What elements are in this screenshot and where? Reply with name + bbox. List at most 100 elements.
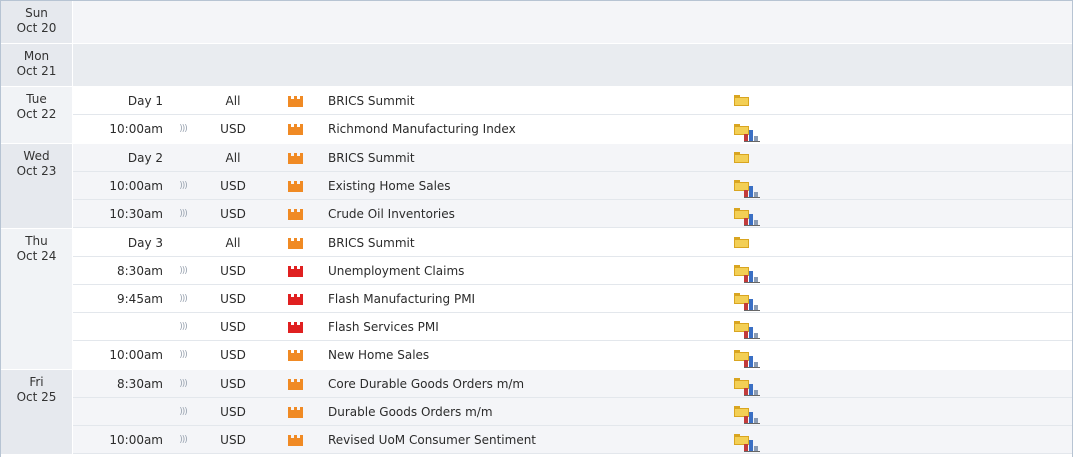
bar-chart-icon[interactable] bbox=[744, 298, 760, 311]
bar-chart-icon[interactable] bbox=[744, 270, 760, 283]
bar-chart-icon[interactable] bbox=[744, 129, 760, 142]
event-row[interactable]: 10:00am))) USD New Home Sales bbox=[73, 341, 1072, 369]
bar-chart-icon[interactable] bbox=[744, 439, 760, 452]
day-date: Oct 25 bbox=[16, 390, 57, 404]
event-row[interactable]: Day 1 All BRICS Summit bbox=[73, 87, 1072, 115]
day-name: Thu bbox=[25, 234, 48, 248]
date-cell: Fri Oct 25 bbox=[1, 370, 73, 454]
event-title[interactable]: BRICS Summit bbox=[328, 94, 726, 108]
event-time: Day 1 bbox=[127, 93, 163, 108]
event-time: 10:30am bbox=[109, 206, 163, 221]
event-currency: USD bbox=[220, 263, 246, 278]
event-title[interactable]: Flash Manufacturing PMI bbox=[328, 292, 726, 306]
event-rows: Day 2 All BRICS Summit 10:00am))) USD Existin… bbox=[73, 144, 1072, 228]
event-title[interactable]: Revised UoM Consumer Sentiment bbox=[328, 433, 726, 447]
event-row[interactable]: Day 2 All BRICS Summit bbox=[73, 144, 1072, 172]
impact-cell bbox=[263, 378, 328, 390]
detail-cell bbox=[726, 237, 756, 248]
event-row[interactable]: 8:30am))) USD Unemployment Claims bbox=[73, 257, 1072, 285]
impact-folder-icon[interactable] bbox=[288, 237, 303, 249]
impact-cell bbox=[263, 95, 328, 107]
event-currency: USD bbox=[220, 178, 246, 193]
date-cell: Thu Oct 24 bbox=[1, 229, 73, 369]
day-name: Sun bbox=[25, 6, 48, 20]
event-row[interactable]: 9:45am))) USD Flash Manufacturing PMI bbox=[73, 285, 1072, 313]
event-title[interactable]: Crude Oil Inventories bbox=[328, 207, 726, 221]
event-title[interactable]: BRICS Summit bbox=[328, 151, 726, 165]
impact-folder-icon[interactable] bbox=[288, 180, 303, 192]
event-currency: All bbox=[225, 150, 241, 165]
event-currency: All bbox=[225, 93, 241, 108]
event-currency: All bbox=[225, 235, 241, 250]
impact-folder-icon[interactable] bbox=[288, 265, 303, 277]
event-title[interactable]: Durable Goods Orders m/m bbox=[328, 405, 726, 419]
day-group: Tue Oct 22 Day 1 All BRICS Summit 10:00am))) U… bbox=[1, 87, 1072, 144]
day-date: Oct 20 bbox=[16, 21, 57, 35]
bar-chart-icon[interactable] bbox=[744, 185, 760, 198]
event-rows: Day 3 All BRICS Summit 8:30am))) USD Unemploy… bbox=[73, 229, 1072, 369]
impact-folder-icon[interactable] bbox=[288, 124, 303, 135]
impact-cell bbox=[263, 208, 328, 220]
bar-chart-icon[interactable] bbox=[744, 411, 760, 424]
event-title[interactable]: BRICS Summit bbox=[328, 236, 726, 250]
event-title[interactable]: Unemployment Claims bbox=[328, 264, 726, 278]
impact-cell bbox=[263, 406, 328, 418]
signal-icon: ))) bbox=[179, 293, 188, 304]
signal-icon: ))) bbox=[179, 350, 188, 360]
signal-icon: ))) bbox=[179, 434, 188, 445]
day-name: Fri bbox=[29, 375, 44, 389]
event-row[interactable]: ))) USD Durable Goods Orders m/m bbox=[73, 398, 1072, 426]
bar-chart-icon[interactable] bbox=[744, 383, 760, 396]
impact-cell bbox=[263, 152, 328, 164]
event-row[interactable]: Day 3 All BRICS Summit bbox=[73, 229, 1072, 257]
date-cell: Sun Oct 20 bbox=[1, 1, 73, 43]
event-row[interactable]: 10:00am))) USD Richmond Manufacturing Inde… bbox=[73, 115, 1072, 143]
event-time: 8:30am bbox=[117, 376, 163, 391]
event-rows: 8:30am))) USD Core Durable Goods Orders m/… bbox=[73, 370, 1072, 454]
impact-folder-icon[interactable] bbox=[288, 406, 303, 418]
day-group: Wed Oct 23 Day 2 All BRICS Summit 10:00am))) U… bbox=[1, 144, 1072, 229]
impact-cell bbox=[263, 293, 328, 305]
impact-folder-icon[interactable] bbox=[288, 378, 303, 390]
impact-folder-icon[interactable] bbox=[288, 350, 303, 361]
day-date: Oct 21 bbox=[16, 64, 57, 78]
signal-icon: ))) bbox=[179, 406, 188, 417]
event-time: 10:00am bbox=[109, 178, 163, 193]
signal-icon: ))) bbox=[179, 124, 188, 134]
economic-calendar: Sun Oct 20 Mon Oct 21 Tue Oct 22 Day 1 All BRICS… bbox=[0, 0, 1073, 457]
impact-folder-icon[interactable] bbox=[288, 95, 303, 107]
day-group: Sun Oct 20 bbox=[1, 1, 1072, 44]
event-currency: USD bbox=[220, 122, 246, 136]
day-group: Mon Oct 21 bbox=[1, 44, 1072, 87]
detail-folder-icon[interactable] bbox=[733, 152, 749, 163]
event-row[interactable]: 10:30am))) USD Crude Oil Inventories bbox=[73, 200, 1072, 228]
impact-folder-icon[interactable] bbox=[288, 208, 303, 220]
impact-cell bbox=[263, 321, 328, 333]
bar-chart-icon[interactable] bbox=[744, 213, 760, 226]
impact-cell bbox=[263, 237, 328, 249]
event-title[interactable]: Core Durable Goods Orders m/m bbox=[328, 377, 726, 391]
impact-folder-icon[interactable] bbox=[288, 152, 303, 164]
event-title[interactable]: Flash Services PMI bbox=[328, 320, 726, 334]
detail-cell bbox=[726, 152, 756, 163]
day-name: Mon bbox=[23, 49, 50, 63]
event-time: 9:45am bbox=[117, 291, 163, 306]
impact-folder-icon[interactable] bbox=[288, 293, 303, 305]
day-date: Oct 24 bbox=[16, 249, 57, 263]
bar-chart-icon[interactable] bbox=[744, 326, 760, 339]
event-title[interactable]: Richmond Manufacturing Index bbox=[328, 122, 726, 136]
impact-folder-icon[interactable] bbox=[288, 434, 303, 446]
impact-folder-icon[interactable] bbox=[288, 321, 303, 333]
event-title[interactable]: Existing Home Sales bbox=[328, 179, 726, 193]
event-title[interactable]: New Home Sales bbox=[328, 348, 726, 362]
detail-folder-icon[interactable] bbox=[733, 237, 749, 248]
event-row[interactable]: 8:30am))) USD Core Durable Goods Orders m/… bbox=[73, 370, 1072, 398]
event-row[interactable]: ))) USD Flash Services PMI bbox=[73, 313, 1072, 341]
detail-folder-icon[interactable] bbox=[733, 95, 749, 106]
event-row[interactable]: 10:00am))) USD Existing Home Sales bbox=[73, 172, 1072, 200]
event-currency: USD bbox=[220, 432, 246, 447]
event-row[interactable]: 10:00am))) USD Revised UoM Consumer Sentim… bbox=[73, 426, 1072, 454]
event-time: 10:00am bbox=[109, 122, 163, 136]
bar-chart-icon[interactable] bbox=[744, 355, 760, 368]
event-currency: USD bbox=[220, 404, 246, 419]
